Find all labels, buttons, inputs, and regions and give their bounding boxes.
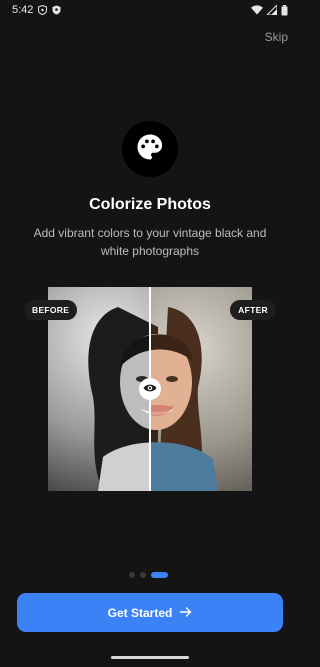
security-shield-icon [52,5,61,15]
eye-icon [143,380,157,398]
feature-subtitle: Add vibrant colors to your vintage black… [33,226,267,258]
pagination-dot[interactable] [129,572,135,578]
status-bar: 5:42 [0,0,300,20]
get-started-label: Get Started [107,605,173,620]
battery-icon [281,4,288,16]
status-time: 5:42 [12,4,34,16]
skip-button[interactable]: Skip [265,30,288,44]
home-indicator[interactable] [111,656,189,659]
pagination-dot[interactable] [140,572,146,578]
after-badge: AFTER [230,300,276,320]
feature-icon-container [122,121,178,177]
vpn-shield-icon [38,5,48,15]
arrow-right-icon [180,606,192,620]
wifi-icon [251,5,263,15]
feature-title: Colorize Photos [89,196,211,213]
before-badge: BEFORE [24,300,78,320]
pagination-dots [129,572,168,578]
comparison-slider-handle[interactable] [139,378,161,400]
get-started-button[interactable]: Get Started [17,593,283,632]
palette-icon [135,132,165,167]
pagination-dot-active[interactable] [151,572,168,578]
cell-signal-icon [267,5,277,15]
